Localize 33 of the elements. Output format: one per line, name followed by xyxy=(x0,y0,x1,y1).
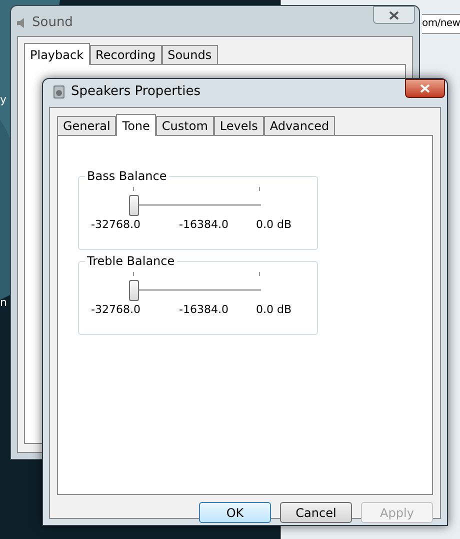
tick-label: -32768.0 xyxy=(91,303,140,317)
tab[interactable]: Sounds xyxy=(162,45,218,64)
tick-mark xyxy=(133,187,134,191)
tab[interactable]: Playback xyxy=(24,43,90,65)
dialog-button[interactable]: OK xyxy=(199,502,271,523)
close-button[interactable] xyxy=(373,6,415,24)
close-icon xyxy=(420,84,430,93)
tick-label: 0.0 dB xyxy=(256,303,292,317)
slider-thumb[interactable] xyxy=(129,280,139,301)
tick-label: -16384.0 xyxy=(179,303,228,317)
tick-label: -32768.0 xyxy=(91,218,140,232)
tab[interactable]: General xyxy=(57,116,116,135)
dialog-button[interactable]: Cancel xyxy=(280,502,352,523)
tick-mark xyxy=(133,272,134,276)
desktop-text: n xyxy=(0,296,7,310)
tick-mark xyxy=(259,272,260,276)
address-bar[interactable]: om/new xyxy=(422,14,460,34)
speaker-icon xyxy=(16,17,26,29)
desktop-text: y xyxy=(0,93,7,107)
window-title: Speakers Properties xyxy=(71,83,200,102)
tick-mark xyxy=(259,187,260,191)
tab[interactable]: Tone xyxy=(116,114,156,136)
tab[interactable]: Recording xyxy=(90,45,162,64)
tab[interactable]: Levels xyxy=(214,116,264,135)
slider-thumb[interactable] xyxy=(129,195,139,216)
close-icon xyxy=(389,10,399,20)
close-button[interactable] xyxy=(405,79,445,98)
window-title: Sound xyxy=(32,14,73,32)
tick-label: -16384.0 xyxy=(179,218,228,232)
speaker-icon xyxy=(53,85,65,99)
tab[interactable]: Custom xyxy=(156,116,214,135)
tick-label: 0.0 dB xyxy=(256,218,292,232)
tab[interactable]: Advanced xyxy=(264,116,336,135)
